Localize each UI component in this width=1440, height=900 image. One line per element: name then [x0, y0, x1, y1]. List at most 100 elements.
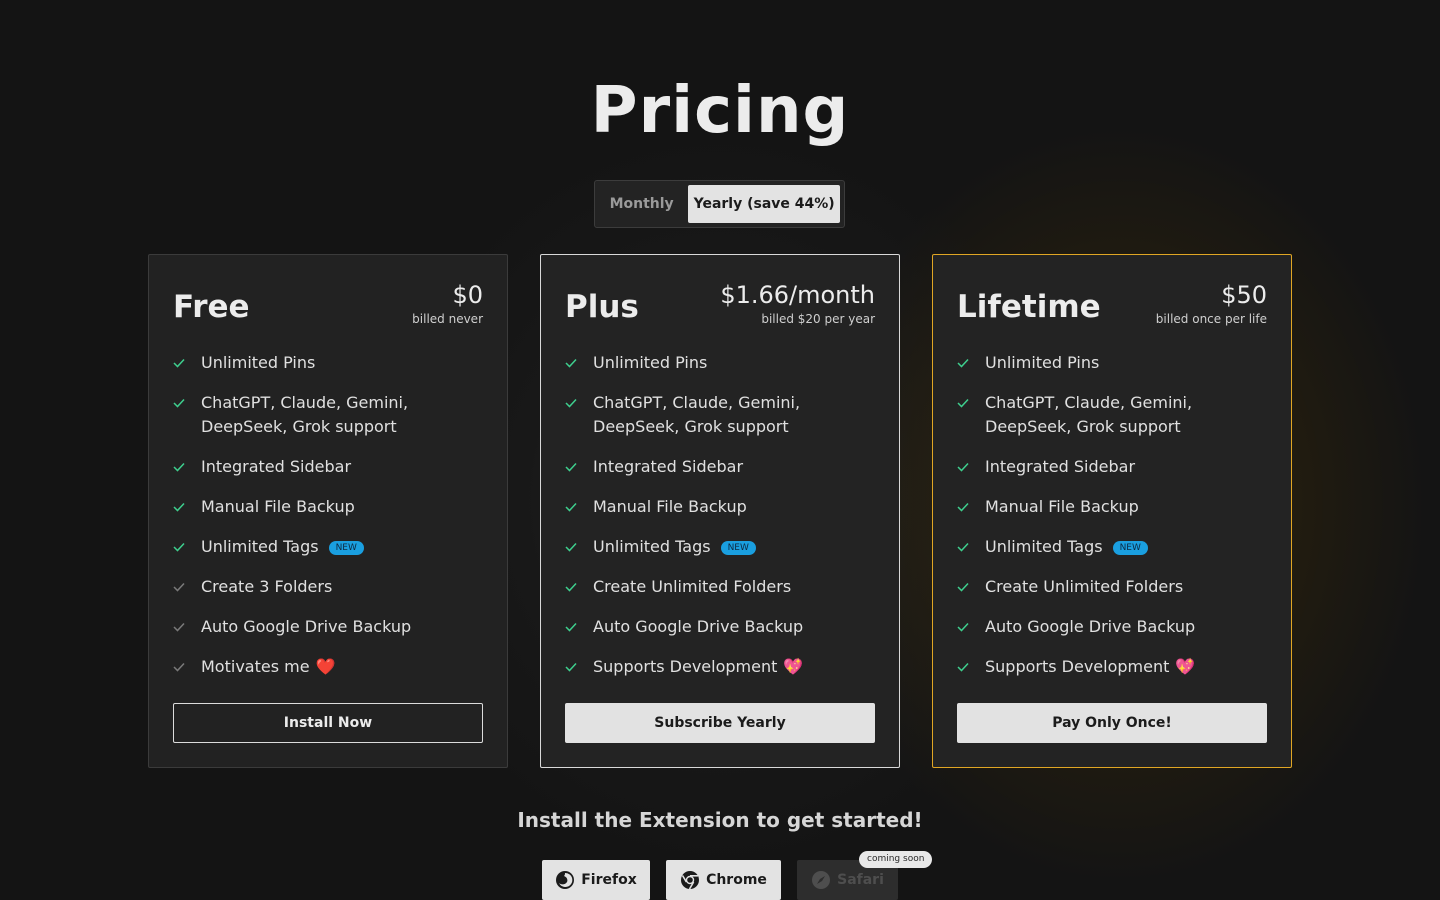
feature-text-wrap: Unlimited Pins — [593, 351, 707, 375]
feature-item: Integrated Sidebar — [957, 455, 1277, 479]
feature-label: Manual File Backup — [985, 497, 1139, 516]
firefox-icon — [555, 870, 575, 890]
feature-item: ChatGPT, Claude, Gemini, DeepSeek, Grok … — [173, 391, 493, 439]
feature-text-wrap: ChatGPT, Claude, Gemini, DeepSeek, Grok … — [985, 391, 1277, 439]
feature-item: Supports Development 💖 — [957, 655, 1277, 679]
feature-text-wrap: Unlimited Tags NEW — [985, 535, 1148, 559]
check-icon — [565, 351, 581, 375]
check-icon — [565, 495, 581, 519]
feature-item: Auto Google Drive Backup — [957, 615, 1277, 639]
check-icon — [565, 655, 581, 679]
feature-item: ChatGPT, Claude, Gemini, DeepSeek, Grok … — [957, 391, 1277, 439]
feature-list: Unlimited Pins ChatGPT, Claude, Gemini, D… — [173, 351, 493, 695]
check-icon — [957, 615, 973, 639]
page-title: Pricing — [590, 74, 850, 148]
plan-billing-note: billed once per life — [1155, 312, 1267, 326]
feature-item: Unlimited Pins — [173, 351, 493, 375]
check-icon — [173, 351, 189, 375]
feature-item: Manual File Backup — [173, 495, 493, 519]
feature-item: Auto Google Drive Backup — [173, 615, 493, 639]
check-icon — [565, 455, 581, 479]
feature-list: Unlimited Pins ChatGPT, Claude, Gemini, D… — [565, 351, 885, 695]
check-icon — [957, 351, 973, 375]
check-icon — [173, 455, 189, 479]
feature-text-wrap: Manual File Backup — [985, 495, 1139, 519]
feature-text-wrap: Auto Google Drive Backup — [985, 615, 1195, 639]
feature-label: ChatGPT, Claude, Gemini, DeepSeek, Grok … — [985, 393, 1193, 436]
plan-billing-note: billed $20 per year — [761, 312, 875, 326]
billing-period-toggle: Monthly Yearly (save 44%) — [594, 180, 845, 228]
feature-text-wrap: Integrated Sidebar — [593, 455, 743, 479]
plan-card-lifetime: Lifetime $50 billed once per life Unlimi… — [932, 254, 1292, 768]
feature-label: Supports Development — [593, 657, 778, 676]
feature-text-wrap: Supports Development 💖 — [985, 655, 1195, 679]
feature-item: Integrated Sidebar — [565, 455, 885, 479]
feature-label: Motivates me — [201, 657, 310, 676]
feature-text-wrap: Auto Google Drive Backup — [201, 615, 411, 639]
check-icon — [957, 455, 973, 479]
feature-text-wrap: Unlimited Tags NEW — [201, 535, 364, 559]
feature-label: Auto Google Drive Backup — [593, 617, 804, 636]
feature-item: Create Unlimited Folders — [565, 575, 885, 599]
feature-text-wrap: Unlimited Pins — [985, 351, 1099, 375]
chrome-button[interactable]: Chrome — [666, 860, 781, 900]
check-icon — [565, 391, 581, 415]
check-icon — [173, 391, 189, 415]
feature-item: Unlimited Pins — [565, 351, 885, 375]
chrome-icon — [680, 870, 700, 890]
feature-label: Manual File Backup — [593, 497, 747, 516]
feature-label: Unlimited Pins — [985, 353, 1100, 372]
feature-text-wrap: Auto Google Drive Backup — [593, 615, 803, 639]
feature-label: Unlimited Tags — [593, 537, 711, 556]
chrome-label: Chrome — [706, 872, 767, 888]
toggle-yearly-button[interactable]: Yearly (save 44%) — [688, 185, 840, 223]
plan-name: Lifetime — [957, 289, 1101, 325]
check-icon — [957, 391, 973, 415]
check-icon — [173, 575, 189, 599]
feature-text-wrap: ChatGPT, Claude, Gemini, DeepSeek, Grok … — [201, 391, 493, 439]
feature-item: Manual File Backup — [565, 495, 885, 519]
feature-item: Unlimited Tags NEW — [173, 535, 493, 559]
check-icon — [957, 535, 973, 559]
feature-label: Integrated Sidebar — [593, 457, 744, 476]
pay-once-button[interactable]: Pay Only Once! — [957, 703, 1267, 743]
feature-label: Auto Google Drive Backup — [201, 617, 412, 636]
toggle-monthly-button[interactable]: Monthly — [599, 185, 684, 223]
feature-text-wrap: ChatGPT, Claude, Gemini, DeepSeek, Grok … — [593, 391, 885, 439]
feature-label: Supports Development — [985, 657, 1170, 676]
feature-label: ChatGPT, Claude, Gemini, DeepSeek, Grok … — [201, 393, 409, 436]
feature-item: Unlimited Pins — [957, 351, 1277, 375]
feature-text-wrap: Motivates me ❤️ — [201, 655, 335, 679]
firefox-label: Firefox — [581, 872, 637, 888]
plan-name: Plus — [565, 289, 639, 325]
plan-price: $1.66/month — [720, 281, 875, 309]
feature-text-wrap: Create 3 Folders — [201, 575, 332, 599]
safari-label: Safari — [837, 872, 884, 888]
feature-text-wrap: Integrated Sidebar — [201, 455, 351, 479]
new-badge: NEW — [1112, 541, 1148, 555]
feature-item: Manual File Backup — [957, 495, 1277, 519]
check-icon — [173, 655, 189, 679]
feature-label: Create Unlimited Folders — [985, 577, 1184, 596]
feature-list: Unlimited Pins ChatGPT, Claude, Gemini, D… — [957, 351, 1277, 695]
sparkling-heart-icon: 💖 — [783, 657, 804, 676]
check-icon — [565, 535, 581, 559]
subscribe-yearly-button[interactable]: Subscribe Yearly — [565, 703, 875, 743]
heart-icon: ❤️ — [315, 657, 336, 676]
plan-price: $0 — [452, 281, 483, 309]
feature-item: Create Unlimited Folders — [957, 575, 1277, 599]
check-icon — [173, 495, 189, 519]
feature-text-wrap: Create Unlimited Folders — [593, 575, 791, 599]
feature-label: Unlimited Pins — [201, 353, 316, 372]
firefox-button[interactable]: Firefox — [542, 860, 650, 900]
sparkling-heart-icon: 💖 — [1175, 657, 1196, 676]
check-icon — [173, 535, 189, 559]
feature-label: Unlimited Pins — [593, 353, 708, 372]
check-icon — [957, 575, 973, 599]
feature-label: Create Unlimited Folders — [593, 577, 792, 596]
feature-item: Supports Development 💖 — [565, 655, 885, 679]
feature-text-wrap: Create Unlimited Folders — [985, 575, 1183, 599]
feature-item: Integrated Sidebar — [173, 455, 493, 479]
install-now-button[interactable]: Install Now — [173, 703, 483, 743]
plan-billing-note: billed never — [412, 312, 483, 326]
